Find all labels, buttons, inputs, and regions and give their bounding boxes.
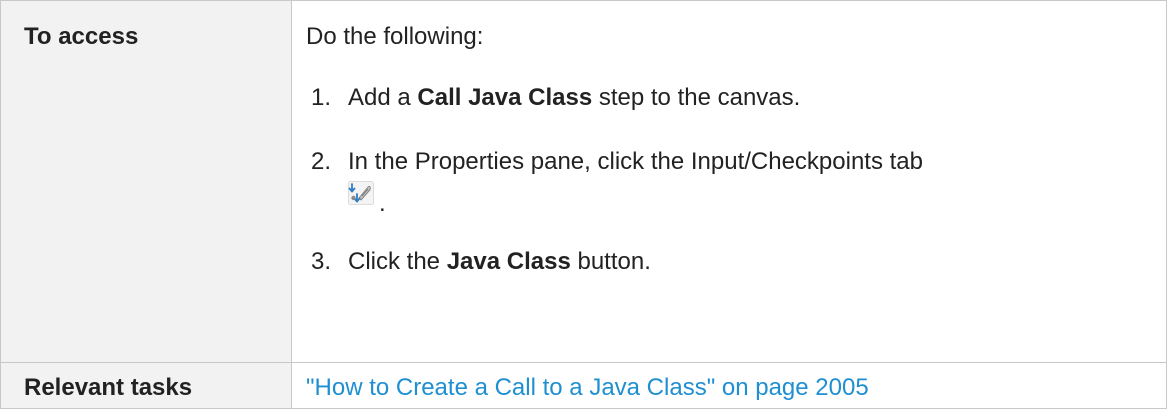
step-text: In the Properties pane, click the Input/…	[348, 148, 924, 175]
step-text: Add a	[348, 84, 418, 111]
step-item-2: 2. In the Properties pane, click the Inp…	[306, 145, 1166, 219]
tasks-row: Relevant tasks "How to Create a Call to …	[0, 362, 1167, 409]
step-text: button.	[570, 248, 651, 275]
steps-list: 1. Add a Call Java Class step to the can…	[306, 81, 1166, 279]
step-item-1: 1. Add a Call Java Class step to the can…	[306, 81, 1166, 115]
period-text: .	[379, 190, 386, 217]
info-table: To access Do the following: 1. Add a Cal…	[0, 0, 1167, 409]
tasks-label: Relevant tasks	[24, 374, 193, 401]
access-label-cell: To access	[0, 0, 292, 363]
access-label: To access	[24, 23, 139, 50]
tasks-content-cell: "How to Create a Call to a Java Class" o…	[291, 362, 1167, 409]
step-number: 1.	[311, 84, 332, 111]
access-intro-text: Do the following:	[306, 23, 484, 50]
step-number: 3.	[311, 248, 332, 275]
tasks-label-cell: Relevant tasks	[0, 362, 292, 409]
icon-line: .	[348, 179, 1166, 219]
step-text: Click the	[348, 248, 447, 275]
step-number: 2.	[311, 148, 332, 175]
relevant-task-link[interactable]: "How to Create a Call to a Java Class" o…	[306, 363, 1166, 402]
step-bold-text: Call Java Class	[417, 84, 593, 111]
input-checkpoints-tab-icon	[348, 181, 374, 205]
access-row: To access Do the following: 1. Add a Cal…	[0, 0, 1167, 363]
step-item-3: 3. Click the Java Class button.	[306, 245, 1166, 279]
access-content-cell: Do the following: 1. Add a Call Java Cla…	[291, 0, 1167, 363]
step-text: step to the canvas.	[592, 84, 801, 111]
step-bold-text: Java Class	[446, 248, 571, 275]
